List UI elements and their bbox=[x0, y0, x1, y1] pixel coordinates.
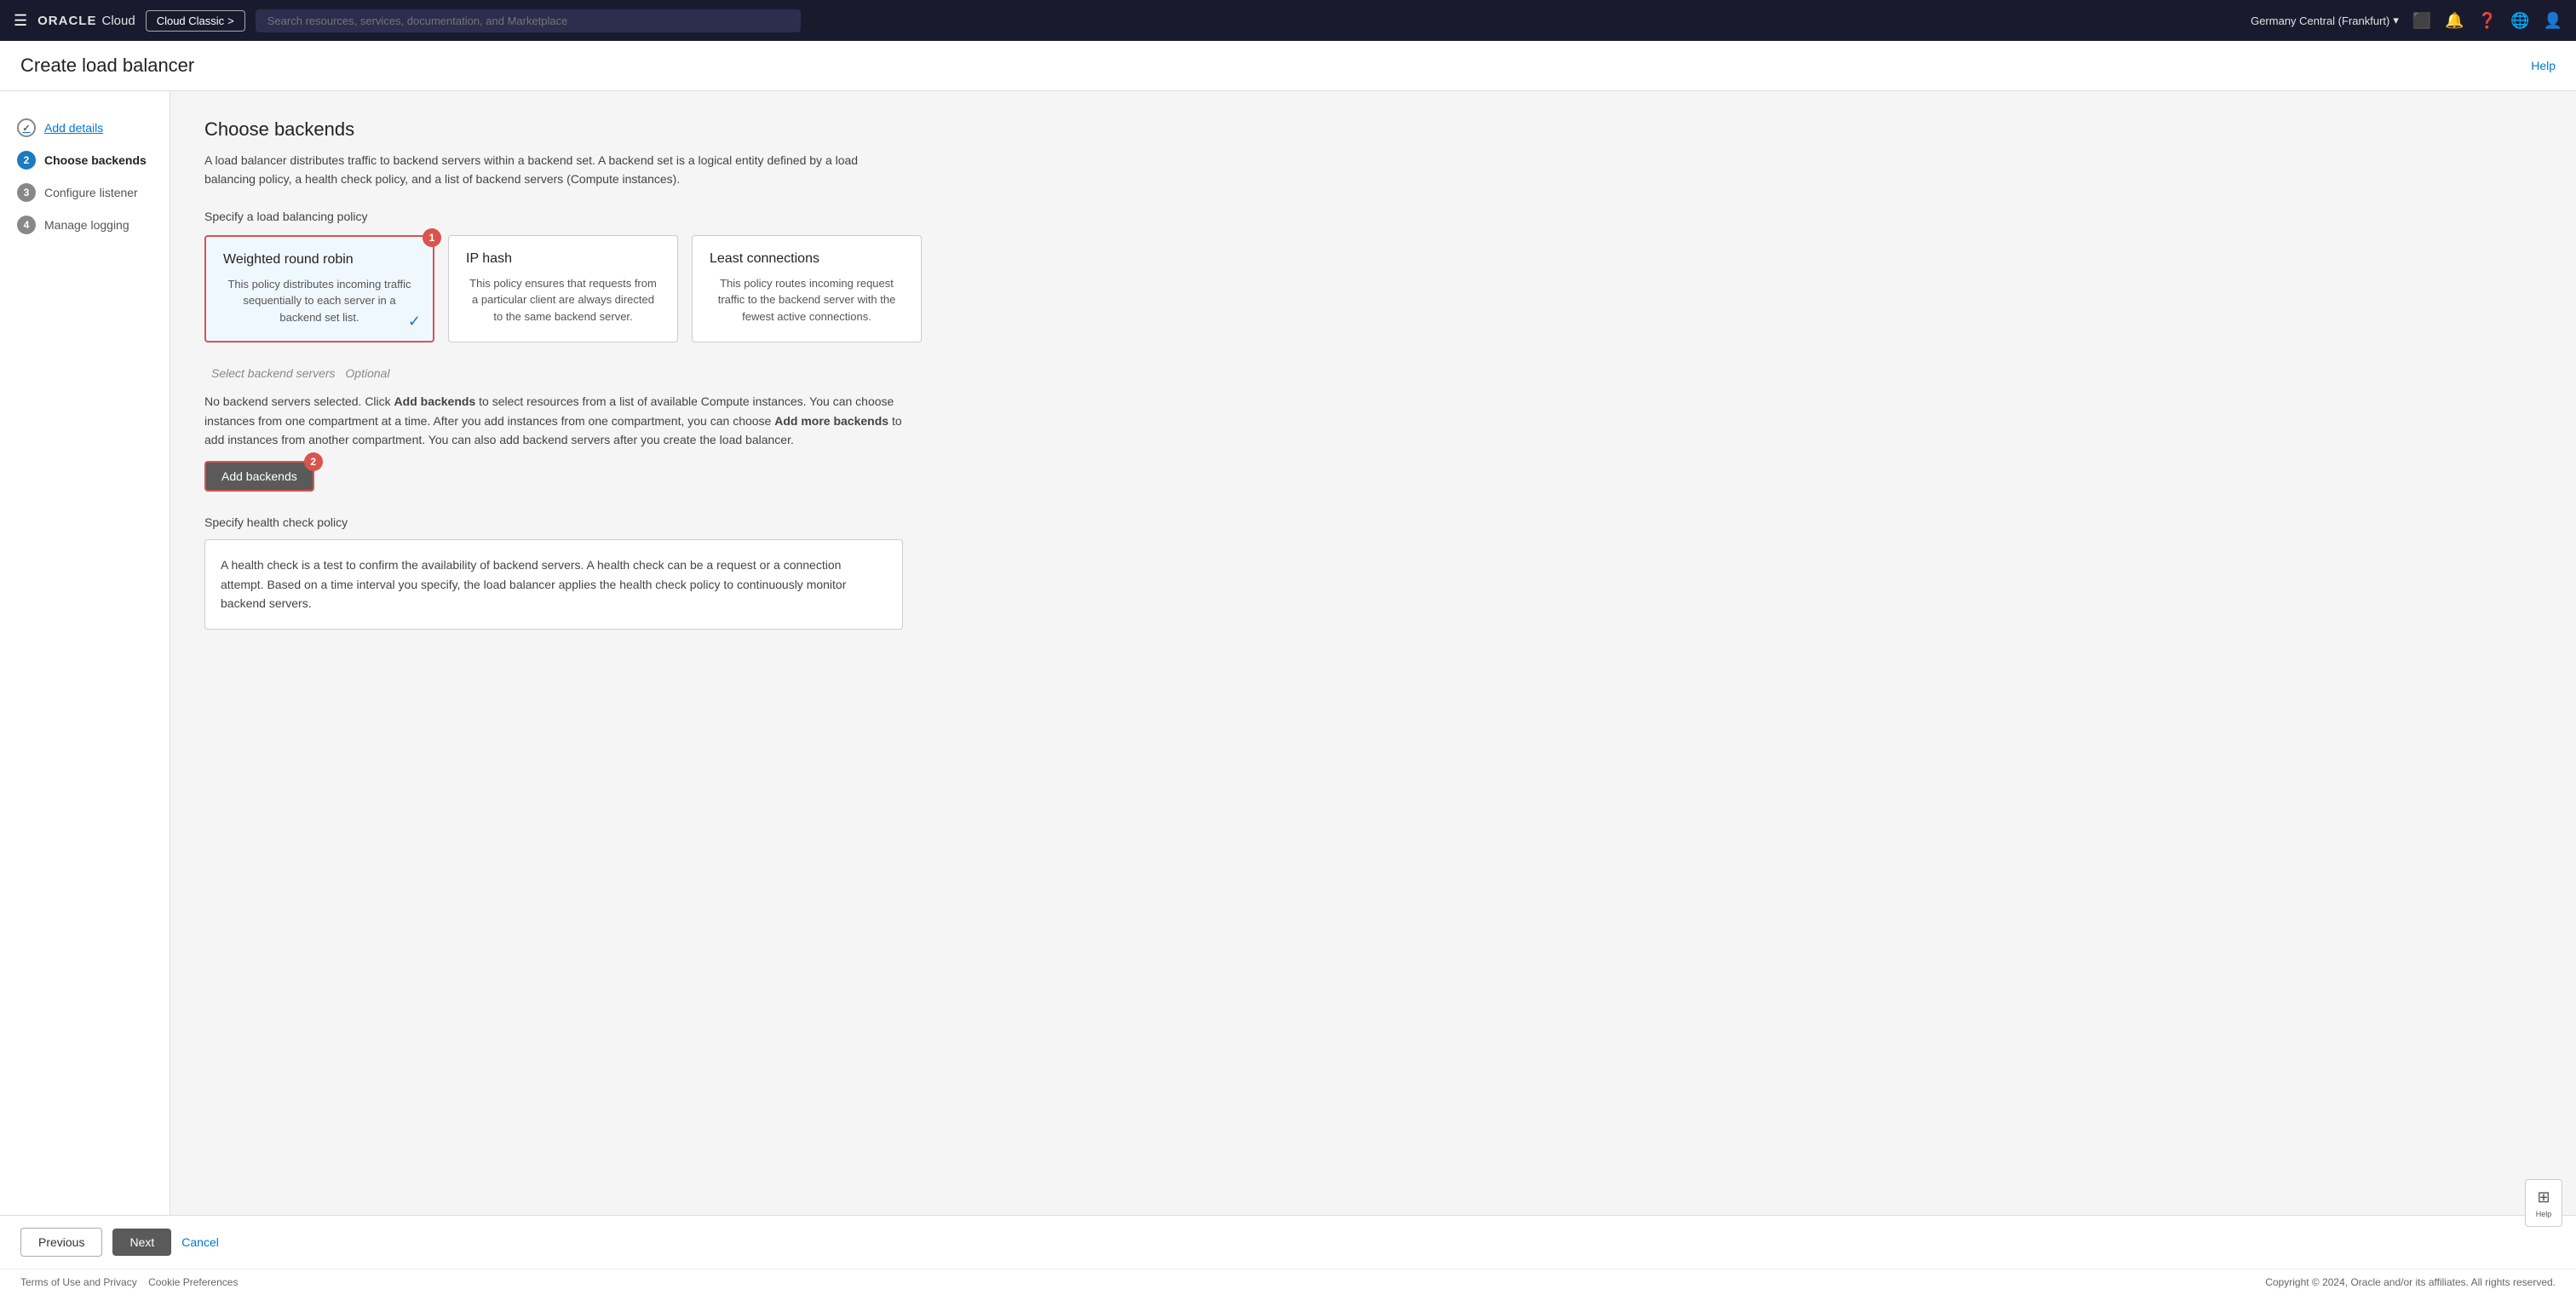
section-title: Choose backends bbox=[204, 118, 2542, 141]
sidebar-item-label: Manage logging bbox=[44, 218, 129, 232]
backend-servers-section: Select backend servers Optional No backe… bbox=[204, 366, 2542, 492]
step-1-badge: ✓ bbox=[17, 118, 36, 137]
notifications-icon[interactable]: 🔔 bbox=[2445, 12, 2464, 30]
user-avatar[interactable]: 👤 bbox=[2544, 12, 2562, 30]
language-icon[interactable]: 🌐 bbox=[2510, 12, 2529, 30]
policy-card-desc: This policy routes incoming request traf… bbox=[710, 275, 904, 325]
main-layout: ✓ Add details 2 Choose backends 3 Config… bbox=[0, 91, 2576, 1215]
terms-link[interactable]: Terms of Use and Privacy bbox=[20, 1276, 137, 1288]
policy-card-title: Weighted round robin bbox=[223, 252, 416, 268]
step-2-badge: 2 bbox=[17, 151, 36, 170]
policy-label: Specify a load balancing policy bbox=[204, 210, 2542, 223]
page-header: Create load balancer Help bbox=[0, 41, 2576, 91]
sidebar-item-manage-logging[interactable]: 4 Manage logging bbox=[0, 209, 170, 241]
policy-cards-container: 1 Weighted round robin This policy distr… bbox=[204, 235, 2542, 343]
region-selector[interactable]: Germany Central (Frankfurt) ▾ bbox=[2251, 14, 2399, 27]
copyright-text: Copyright © 2024, Oracle and/or its affi… bbox=[2265, 1276, 2556, 1288]
step-4-badge: 4 bbox=[17, 216, 36, 234]
section-description: A load balancer distributes traffic to b… bbox=[204, 151, 903, 189]
help-widget[interactable]: ⊞ Help bbox=[2525, 1179, 2562, 1227]
footer-action-bar: Previous Next Cancel bbox=[0, 1215, 2576, 1269]
help-widget-icon: ⊞ bbox=[2537, 1189, 2550, 1206]
page-footer: Terms of Use and Privacy Cookie Preferen… bbox=[0, 1269, 2576, 1295]
health-check-section: Specify health check policy A health che… bbox=[204, 515, 2542, 629]
footer-left-links: Terms of Use and Privacy Cookie Preferen… bbox=[20, 1276, 238, 1288]
nav-right-controls: Germany Central (Frankfurt) ▾ ⬛ 🔔 ❓ 🌐 👤 bbox=[2251, 12, 2562, 30]
health-check-description: A health check is a test to confirm the … bbox=[204, 539, 903, 629]
sidebar-item-label: Configure listener bbox=[44, 186, 138, 199]
health-check-label: Specify health check policy bbox=[204, 515, 2542, 529]
backend-description: No backend servers selected. Click Add b… bbox=[204, 392, 903, 449]
policy-card-least-connections[interactable]: Least connections This policy routes inc… bbox=[692, 235, 922, 343]
policy-card-ip-hash[interactable]: IP hash This policy ensures that request… bbox=[448, 235, 678, 343]
page-title: Create load balancer bbox=[20, 55, 194, 77]
cloud-classic-button[interactable]: Cloud Classic > bbox=[146, 10, 245, 32]
previous-button[interactable]: Previous bbox=[20, 1228, 102, 1257]
help-widget-label: Help bbox=[2536, 1210, 2552, 1218]
sidebar-item-add-details[interactable]: ✓ Add details bbox=[0, 112, 170, 144]
help-icon[interactable]: ❓ bbox=[2478, 12, 2497, 30]
policy-card-title: Least connections bbox=[710, 251, 904, 267]
step-badge-1: 1 bbox=[423, 228, 441, 247]
policy-card-desc: This policy distributes incoming traffic… bbox=[223, 276, 416, 326]
oracle-wordmark: ORACLE bbox=[37, 14, 96, 28]
add-backends-step-badge: 2 bbox=[304, 452, 323, 471]
backend-servers-label: Select backend servers Optional bbox=[204, 366, 2542, 380]
top-navigation: ☰ ORACLE Cloud Cloud Classic > Germany C… bbox=[0, 0, 2576, 41]
help-link[interactable]: Help bbox=[2531, 59, 2556, 72]
checkmark-icon: ✓ bbox=[408, 313, 421, 331]
sidebar-item-label: Add details bbox=[44, 121, 103, 135]
cookie-preferences-link[interactable]: Cookie Preferences bbox=[148, 1276, 238, 1288]
search-input[interactable] bbox=[256, 9, 801, 32]
main-content: Choose backends A load balancer distribu… bbox=[170, 91, 2576, 1215]
policy-card-weighted-round-robin[interactable]: 1 Weighted round robin This policy distr… bbox=[204, 235, 434, 343]
hamburger-menu-icon[interactable]: ☰ bbox=[14, 12, 27, 30]
sidebar-item-choose-backends[interactable]: 2 Choose backends bbox=[0, 144, 170, 176]
sidebar-item-label: Choose backends bbox=[44, 153, 147, 167]
add-backends-wrapper: Add backends 2 bbox=[204, 461, 314, 492]
oracle-logo: ORACLE Cloud bbox=[37, 14, 135, 28]
sidebar-item-configure-listener[interactable]: 3 Configure listener bbox=[0, 176, 170, 209]
next-button[interactable]: Next bbox=[112, 1229, 171, 1256]
policy-card-title: IP hash bbox=[466, 251, 660, 267]
wizard-sidebar: ✓ Add details 2 Choose backends 3 Config… bbox=[0, 91, 170, 1215]
cloud-wordmark: Cloud bbox=[101, 14, 135, 28]
step-3-badge: 3 bbox=[17, 183, 36, 202]
developer-tools-icon[interactable]: ⬛ bbox=[2412, 12, 2431, 30]
add-backends-button[interactable]: Add backends bbox=[204, 461, 314, 492]
cancel-link[interactable]: Cancel bbox=[181, 1235, 219, 1249]
policy-card-desc: This policy ensures that requests from a… bbox=[466, 275, 660, 325]
